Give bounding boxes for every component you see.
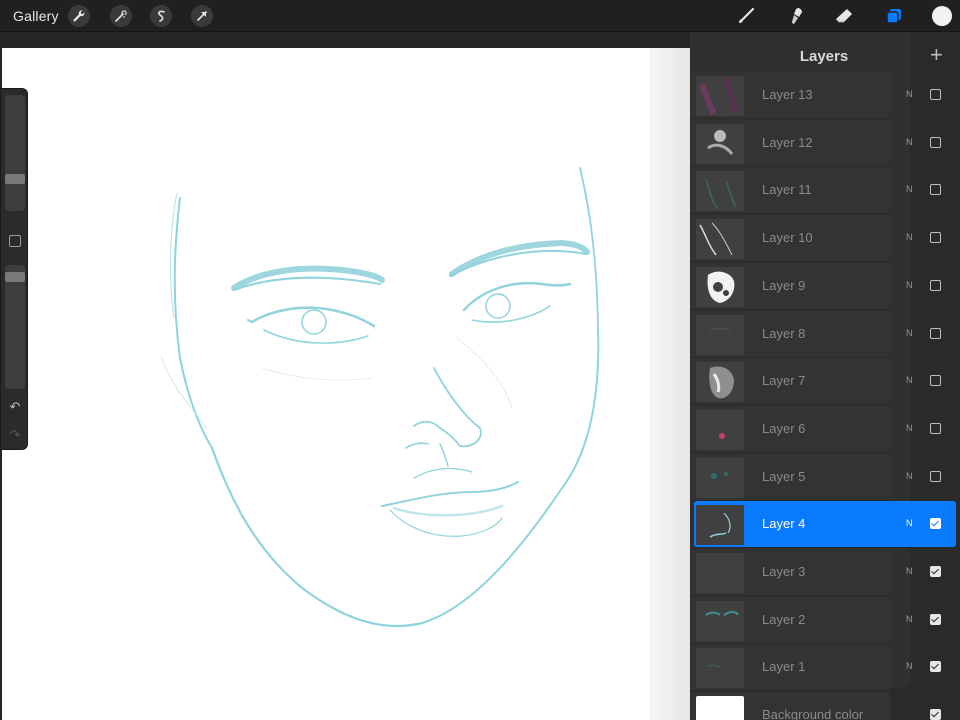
blend-mode-button[interactable]: N (906, 137, 913, 147)
layer-thumbnail[interactable] (696, 76, 744, 116)
selection-icon[interactable] (150, 5, 172, 27)
blend-mode-button[interactable]: N (906, 614, 913, 624)
left-sidebar: ↶ ↷ (0, 88, 28, 450)
layer-thumbnail[interactable] (696, 648, 744, 689)
blend-mode-button[interactable]: N (906, 375, 913, 385)
transform-arrow-icon[interactable] (191, 5, 213, 27)
layer-row[interactable]: Layer 6 N (690, 405, 958, 453)
visibility-checkbox[interactable] (930, 327, 941, 339)
face-sketch (161, 167, 600, 628)
visibility-checkbox[interactable] (930, 709, 941, 720)
canvas-edge (650, 48, 690, 720)
visibility-checkbox[interactable] (930, 566, 941, 577)
layer-thumbnail[interactable] (696, 600, 744, 641)
layer-name: Layer 5 (762, 468, 806, 484)
visibility-checkbox[interactable] (930, 518, 941, 530)
layer-thumbnail[interactable] (696, 362, 744, 403)
opacity-slider[interactable] (5, 265, 25, 389)
blend-mode-button[interactable]: N (906, 232, 913, 242)
visibility-checkbox[interactable] (930, 232, 941, 244)
layer-row[interactable]: Layer 9 N (690, 262, 958, 310)
layer-row[interactable]: Layer 3 N (690, 549, 958, 596)
brush-icon[interactable] (735, 5, 757, 27)
visibility-checkbox[interactable] (930, 375, 941, 387)
layer-thumbnail[interactable] (696, 553, 744, 593)
layer-row[interactable]: Layer 7 N (690, 358, 958, 406)
actions-wrench-icon[interactable] (68, 5, 90, 27)
layers-icon[interactable] (883, 5, 905, 27)
add-layer-button[interactable]: + (930, 44, 943, 66)
layer-name: Layer 6 (762, 420, 806, 436)
layer-thumbnail[interactable] (696, 505, 744, 546)
opacity-thumb[interactable] (5, 272, 25, 282)
layer-thumbnail[interactable] (696, 123, 744, 164)
visibility-checkbox[interactable] (930, 279, 941, 291)
layer-thumbnail[interactable] (696, 266, 744, 307)
blend-mode-button[interactable]: N (906, 328, 913, 338)
layer-name: Layer 7 (762, 373, 806, 389)
layer-name: Layer 13 (762, 87, 813, 102)
brush-size-slider[interactable] (5, 95, 25, 211)
layer-name: Layer 11 (762, 182, 812, 198)
blend-mode-button[interactable]: N (906, 661, 913, 671)
layer-thumbnail[interactable] (696, 171, 744, 212)
layer-name: Layer 2 (762, 611, 806, 627)
background-color-row[interactable]: Background color (690, 692, 958, 720)
visibility-checkbox[interactable] (930, 422, 941, 434)
layer-row[interactable]: Layer 5 N (690, 453, 958, 501)
smudge-icon[interactable] (785, 5, 807, 27)
layer-name: Background color (762, 707, 864, 720)
visibility-checkbox[interactable] (930, 184, 941, 196)
layers-panel: Layers + Layer 13 N Layer 12 N Layer 11 N Laye… (690, 32, 960, 720)
drawing-canvas[interactable] (2, 48, 690, 720)
layer-name: Layer 3 (762, 564, 806, 579)
top-toolbar: Gallery (0, 0, 960, 32)
layer-name: Layer 1 (762, 659, 806, 675)
blend-mode-button[interactable]: N (906, 423, 913, 433)
brush-size-thumb[interactable] (5, 174, 25, 184)
visibility-checkbox[interactable] (930, 613, 941, 625)
layers-title: Layers (799, 48, 849, 65)
visibility-checkbox[interactable] (930, 661, 941, 673)
background-color-swatch[interactable] (696, 696, 744, 720)
layer-row[interactable]: Layer 8 N (690, 310, 958, 358)
blend-mode-button[interactable]: N (906, 566, 913, 576)
blend-mode-button[interactable]: N (906, 471, 913, 481)
color-picker-swatch[interactable] (932, 6, 952, 26)
layer-row[interactable]: Layer 2 N (690, 596, 958, 644)
layer-row[interactable]: Layer 12 N (690, 119, 958, 167)
layer-row[interactable]: Layer 13 N (690, 72, 958, 119)
visibility-checkbox[interactable] (930, 470, 941, 482)
layer-row[interactable]: Layer 10 N (690, 215, 958, 263)
layer-name: Layer 12 (762, 134, 813, 150)
layer-thumbnail[interactable] (696, 457, 744, 498)
layer-thumbnail[interactable] (696, 314, 744, 355)
blend-mode-button[interactable]: N (906, 518, 913, 528)
layer-name: Layer 10 (762, 230, 813, 246)
layer-row[interactable]: Layer 11 N (690, 167, 958, 215)
layer-thumbnail[interactable] (696, 409, 744, 450)
layer-name: Layer 4 (762, 516, 806, 532)
blend-mode-button[interactable]: N (906, 184, 913, 194)
layer-row[interactable]: Layer 4 N (690, 501, 958, 549)
blend-mode-button[interactable]: N (906, 280, 913, 290)
layer-row[interactable]: Layer 1 N (690, 644, 958, 692)
layer-thumbnail[interactable] (696, 219, 744, 260)
visibility-checkbox[interactable] (930, 89, 941, 100)
undo-icon[interactable]: ↶ (7, 399, 23, 415)
visibility-checkbox[interactable] (930, 136, 941, 148)
adjustments-wand-icon[interactable] (110, 5, 132, 27)
layer-name: Layer 9 (762, 277, 806, 293)
eraser-icon[interactable] (833, 5, 855, 27)
layer-name: Layer 8 (762, 325, 806, 341)
redo-icon[interactable]: ↷ (7, 427, 23, 443)
blend-mode-button[interactable]: N (906, 89, 913, 99)
gallery-button[interactable]: Gallery (13, 8, 59, 24)
modify-button[interactable] (9, 235, 21, 247)
